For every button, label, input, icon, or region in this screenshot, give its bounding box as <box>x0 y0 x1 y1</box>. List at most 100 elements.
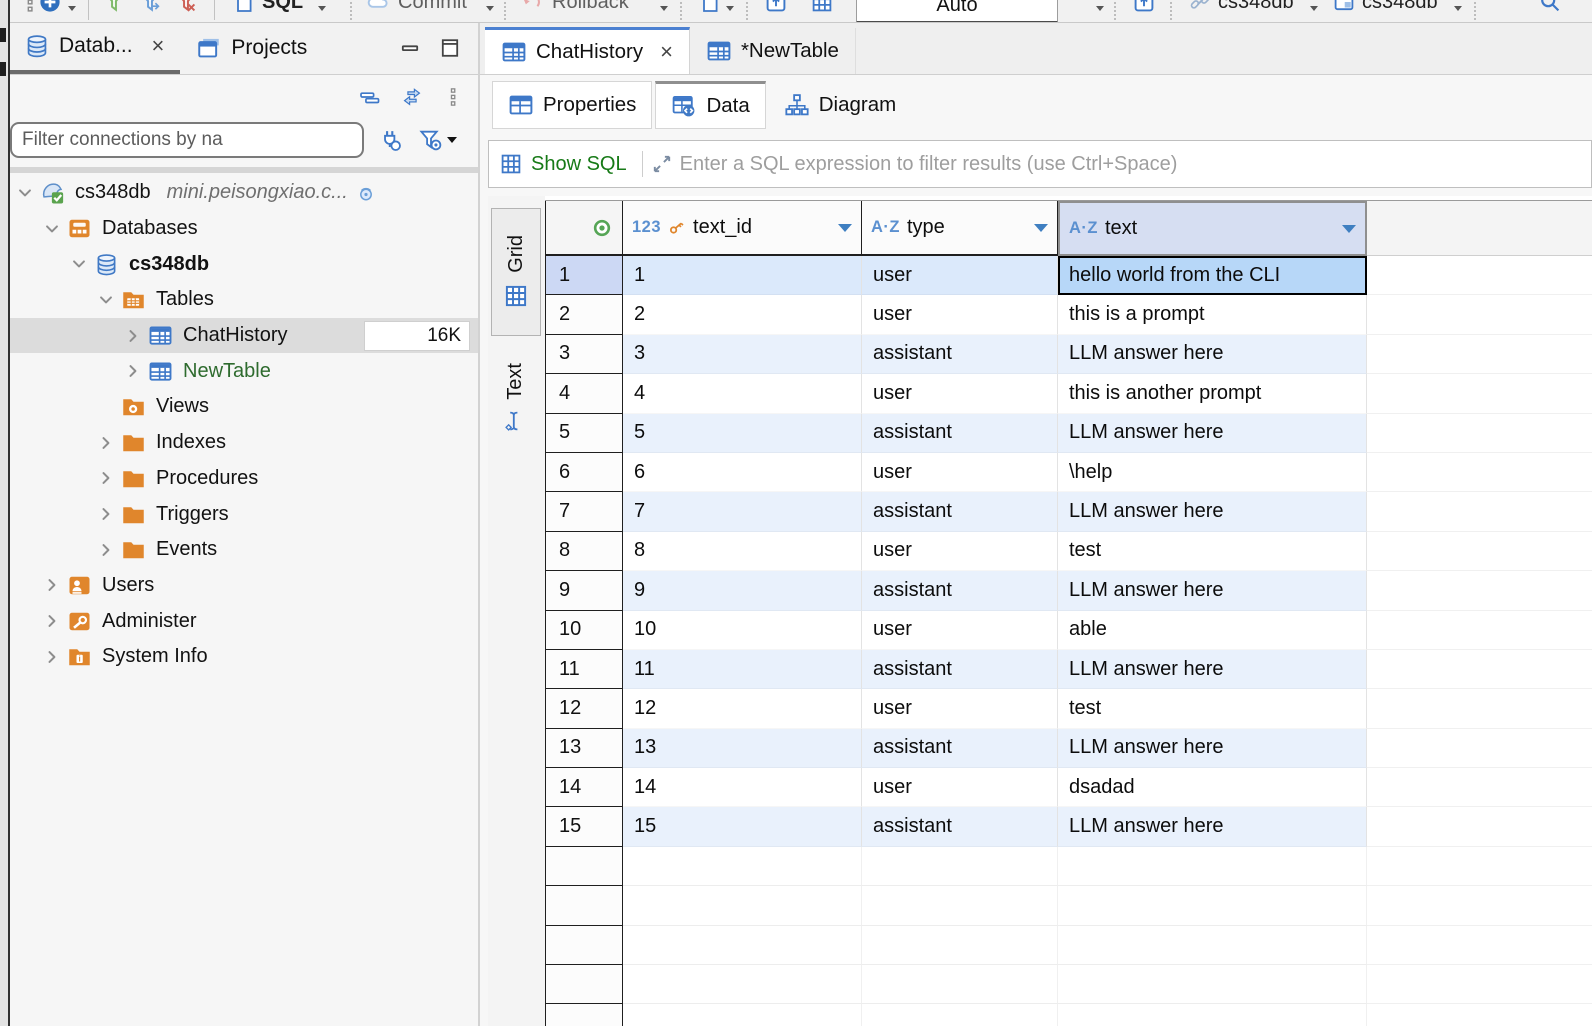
minimize-icon[interactable] <box>398 36 422 60</box>
cell-type[interactable]: assistant <box>862 807 1058 846</box>
close-icon[interactable]: × <box>152 35 165 57</box>
cell-text[interactable]: LLM answer here <box>1058 650 1367 689</box>
tree-item-chathistory[interactable]: ChatHistory16K <box>8 318 478 354</box>
tx-mode-icon[interactable] <box>698 0 722 14</box>
cell-text[interactable]: able <box>1058 611 1367 650</box>
cell-text[interactable]: LLM answer here <box>1058 492 1367 531</box>
cell-type[interactable]: user <box>862 689 1058 728</box>
row-number[interactable]: 11 <box>545 650 623 689</box>
row-number[interactable]: 3 <box>545 335 623 374</box>
row-number[interactable]: 7 <box>545 492 623 531</box>
tree-item-tables[interactable]: Tables <box>8 282 478 318</box>
cell-text[interactable]: LLM answer here <box>1058 335 1367 374</box>
close-icon[interactable]: × <box>660 41 673 63</box>
cell-text_id[interactable]: 11 <box>623 650 862 689</box>
connection-selector-icon[interactable] <box>1188 0 1212 14</box>
chevron-right-icon[interactable] <box>97 541 115 559</box>
commit-label[interactable]: Commit <box>398 0 467 14</box>
database-selector-icon[interactable] <box>1332 0 1356 14</box>
refresh-caret-icon[interactable] <box>1096 6 1104 11</box>
cell-text[interactable]: this is a prompt <box>1058 295 1367 334</box>
chevron-down-icon[interactable] <box>43 220 61 238</box>
maximize-icon[interactable] <box>438 36 462 60</box>
result-tab-grid[interactable]: Grid <box>491 208 541 336</box>
auto-combo[interactable]: Auto <box>856 0 1058 23</box>
grid-corner-header[interactable] <box>545 201 623 256</box>
filter-green-icon[interactable] <box>102 0 126 14</box>
cell-type[interactable]: assistant <box>862 335 1058 374</box>
column-dropdown-icon[interactable] <box>1034 224 1048 232</box>
tab-projects[interactable]: Projects <box>180 22 323 74</box>
collapse-all-icon[interactable] <box>358 85 382 109</box>
cell-type[interactable]: user <box>862 453 1058 492</box>
chevron-right-icon[interactable] <box>43 648 61 666</box>
row-number[interactable]: 2 <box>545 295 623 334</box>
cell-text[interactable]: LLM answer here <box>1058 571 1367 610</box>
row-number[interactable]: 9 <box>545 571 623 610</box>
commit-caret-icon[interactable] <box>486 6 494 11</box>
cell-text[interactable]: hello world from the CLI <box>1058 256 1367 295</box>
cell-text[interactable]: test <box>1058 689 1367 728</box>
tab-database-navigator[interactable]: Datab... × <box>8 22 180 74</box>
cell-type[interactable]: assistant <box>862 650 1058 689</box>
link-with-editor-icon[interactable] <box>400 85 424 109</box>
cell-text_id[interactable]: 4 <box>623 374 862 413</box>
chevron-down-icon[interactable] <box>97 291 115 309</box>
chevron-right-icon[interactable] <box>97 469 115 487</box>
sql-filter-input[interactable] <box>674 153 1591 176</box>
cell-text[interactable]: LLM answer here <box>1058 729 1367 768</box>
chevron-right-icon[interactable] <box>124 327 142 345</box>
connect-icon[interactable] <box>378 127 404 153</box>
editor-tab-chathistory[interactable]: ChatHistory × <box>485 27 690 74</box>
tree-item-newtable[interactable]: NewTable <box>8 353 478 389</box>
editor-tab-newtable[interactable]: *NewTable <box>690 28 856 74</box>
filter-connections-input[interactable] <box>10 122 364 158</box>
tree-item-system-info[interactable]: iSystem Info <box>8 639 478 675</box>
cell-text_id[interactable]: 13 <box>623 729 862 768</box>
cell-text_id[interactable]: 2 <box>623 295 862 334</box>
cell-text_id[interactable]: 5 <box>623 414 862 453</box>
filter-sync-icon[interactable] <box>138 0 162 14</box>
new-connection-caret-icon[interactable] <box>68 6 76 11</box>
panel-icon[interactable] <box>764 0 788 14</box>
show-sql-icon[interactable] <box>499 152 523 176</box>
cell-text[interactable]: \help <box>1058 453 1367 492</box>
sql-editor-icon[interactable] <box>232 0 256 14</box>
chevron-right-icon[interactable] <box>97 434 115 452</box>
row-number[interactable]: 13 <box>545 729 623 768</box>
view-menu-icon[interactable] <box>442 86 464 108</box>
row-number[interactable]: 10 <box>545 611 623 650</box>
rollback-label[interactable]: Rollback <box>552 0 629 14</box>
cell-text[interactable]: test <box>1058 532 1367 571</box>
cell-text_id[interactable]: 10 <box>623 611 862 650</box>
cell-text[interactable]: LLM answer here <box>1058 807 1367 846</box>
chevron-down-icon[interactable] <box>70 255 88 273</box>
tree-item-triggers[interactable]: Triggers <box>8 496 478 532</box>
chevron-right-icon[interactable] <box>97 505 115 523</box>
database-selector-label[interactable]: cs348db <box>1362 0 1438 14</box>
row-number[interactable]: 1 <box>545 256 623 295</box>
filter-cancel-icon[interactable] <box>174 0 198 14</box>
row-number[interactable]: 14 <box>545 768 623 807</box>
tree-item-databases[interactable]: Databases <box>8 211 478 247</box>
tree-item-users[interactable]: Users <box>8 568 478 604</box>
tree-item-events[interactable]: Events <box>8 532 478 568</box>
connection-selector-caret-icon[interactable] <box>1310 6 1318 11</box>
sql-editor-caret-icon[interactable] <box>318 6 326 11</box>
filter-caret-icon[interactable] <box>447 137 457 143</box>
result-tab-text[interactable]: Text <box>491 346 539 450</box>
cell-text[interactable]: dsadad <box>1058 768 1367 807</box>
cell-text_id[interactable]: 1 <box>623 256 862 295</box>
column-dropdown-icon[interactable] <box>838 224 852 232</box>
cell-type[interactable]: user <box>862 532 1058 571</box>
search-icon[interactable] <box>1538 0 1562 14</box>
cell-text_id[interactable]: 8 <box>623 532 862 571</box>
open-editor-icon[interactable] <box>1132 0 1156 14</box>
tree-item-indexes[interactable]: Indexes <box>8 425 478 461</box>
cell-type[interactable]: user <box>862 295 1058 334</box>
column-header-text_id[interactable]: 123text_id <box>623 201 862 256</box>
commit-icon[interactable] <box>366 0 390 14</box>
cell-text_id[interactable]: 12 <box>623 689 862 728</box>
tree-item-procedures[interactable]: Procedures <box>8 461 478 497</box>
cell-text_id[interactable]: 15 <box>623 807 862 846</box>
